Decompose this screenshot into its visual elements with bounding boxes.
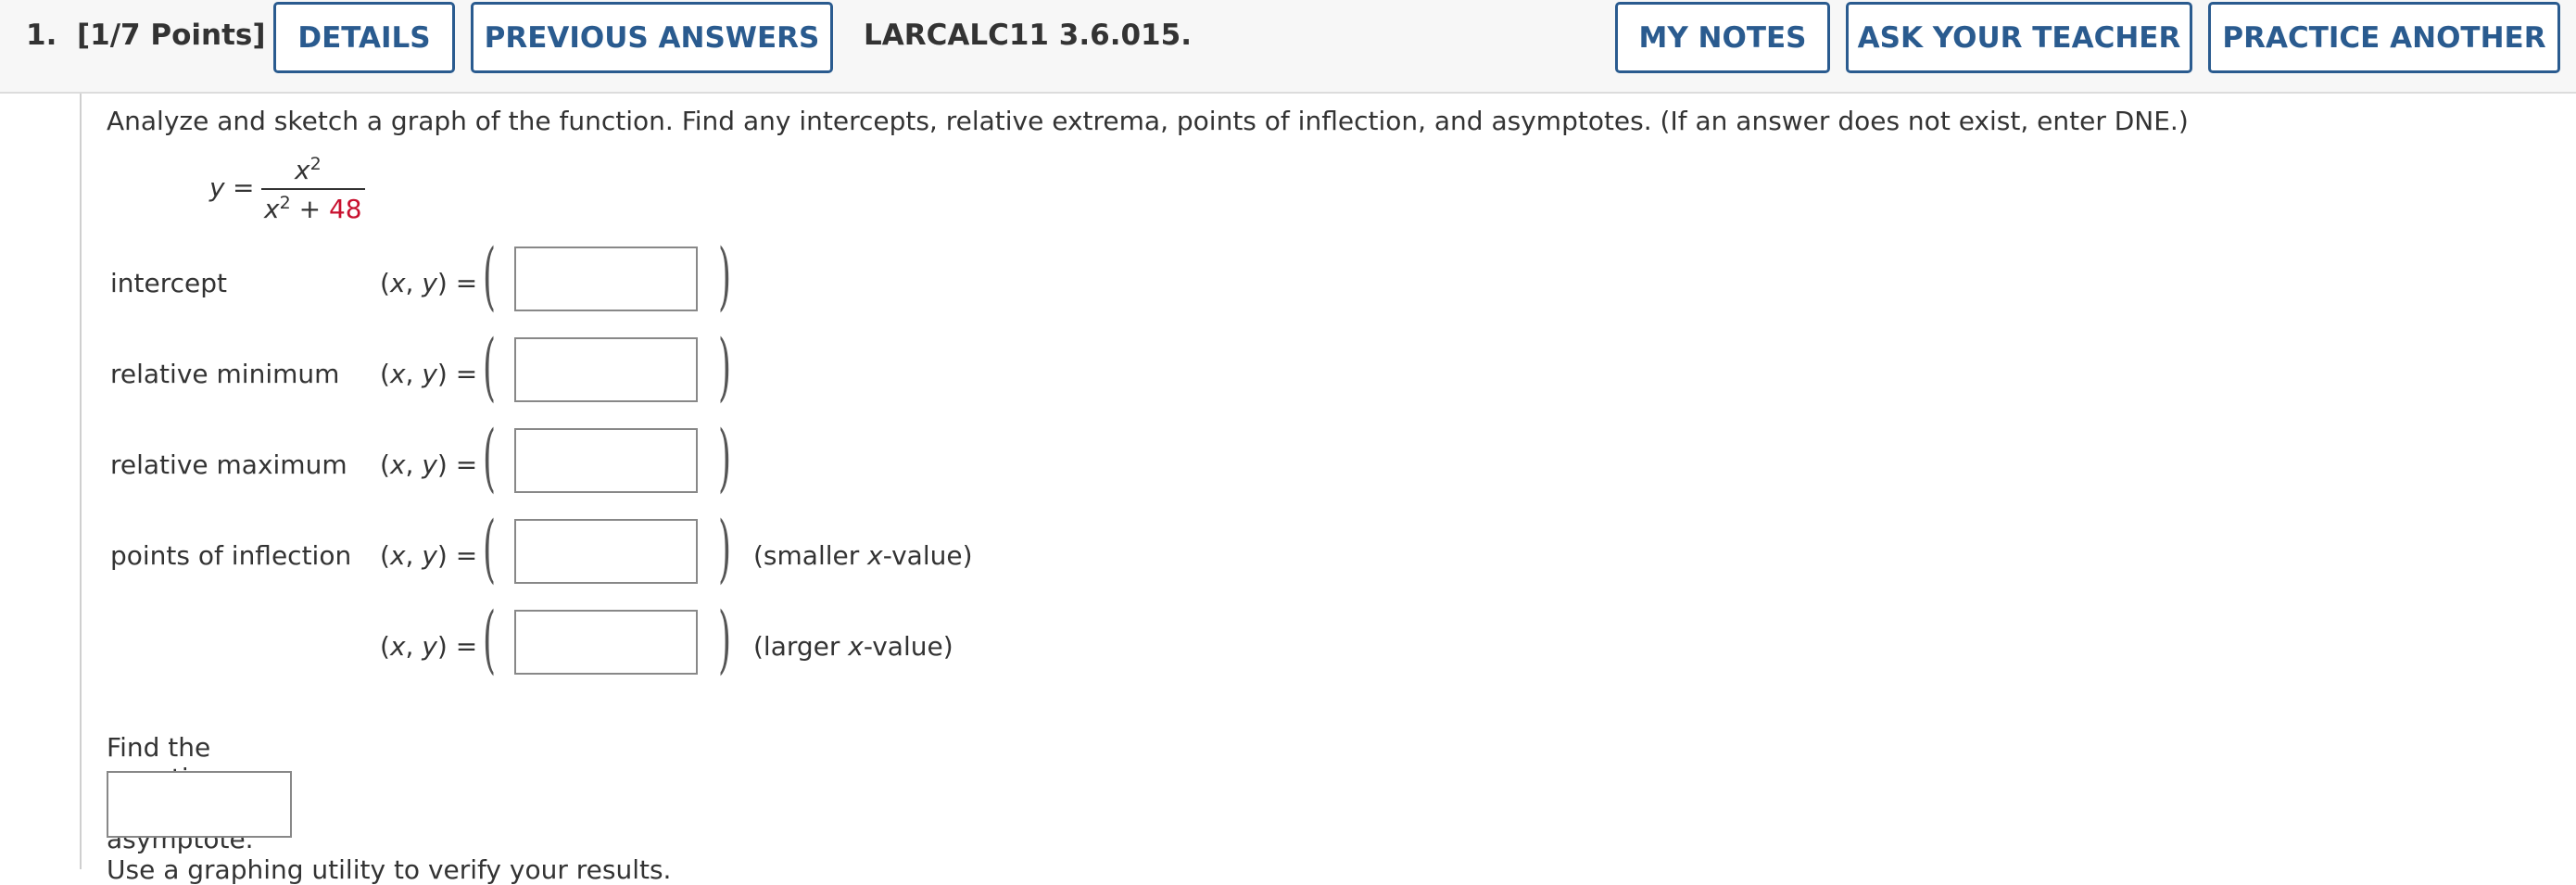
close-paren: ) [718, 323, 732, 410]
close-paren: ) [718, 414, 732, 500]
relative-minimum-input[interactable] [514, 337, 698, 402]
question-left-border [80, 94, 82, 869]
smaller-x-value-note: (smaller x-value) [753, 540, 973, 571]
ask-your-teacher-button[interactable]: ASK YOUR TEACHER [1846, 2, 2192, 73]
xy-equals-label: (x, y) = [380, 268, 478, 298]
my-notes-button[interactable]: MY NOTES [1615, 2, 1830, 73]
points-label: [1/7 Points] [76, 19, 266, 52]
asymptote-input[interactable] [107, 771, 292, 838]
xy-equals-label: (x, y) = [380, 540, 478, 571]
problem-code: LARCALC11 3.6.015. [864, 19, 1192, 52]
relative-minimum-label: relative minimum [110, 359, 340, 389]
open-paren: ( [483, 596, 497, 682]
footer-instruction-partial: Use a graphing utility to verify your re… [107, 854, 672, 885]
larger-x-value-note: (larger x-value) [753, 631, 953, 662]
intercept-input[interactable] [514, 247, 698, 311]
relative-maximum-input[interactable] [514, 428, 698, 493]
xy-equals-label: (x, y) = [380, 631, 478, 662]
inflection-smaller-input[interactable] [514, 519, 698, 584]
points-of-inflection-label: points of inflection [110, 540, 352, 571]
intercept-label: intercept [110, 268, 227, 298]
question-header: 1. [1/7 Points] DETAILS PREVIOUS ANSWERS… [0, 0, 2576, 94]
close-paren: ) [718, 505, 732, 591]
relative-maximum-label: relative maximum [110, 449, 347, 480]
xy-equals-label: (x, y) = [380, 449, 478, 480]
function-equals: = [233, 172, 255, 203]
function-lhs: y [209, 172, 225, 203]
question-number: 1. [26, 19, 57, 52]
open-paren: ( [483, 505, 497, 591]
open-paren: ( [483, 233, 497, 319]
open-paren: ( [483, 414, 497, 500]
close-paren: ) [718, 233, 732, 319]
fraction-denominator: x2 + 48 [264, 193, 362, 224]
open-paren: ( [483, 323, 497, 410]
inflection-larger-input[interactable] [514, 610, 698, 675]
question-number-points: 1. [1/7 Points] [26, 19, 266, 52]
close-paren: ) [718, 596, 732, 682]
xy-equals-label: (x, y) = [380, 359, 478, 389]
problem-prompt: Analyze and sketch a graph of the functi… [107, 106, 2189, 136]
practice-another-button[interactable]: PRACTICE ANOTHER [2208, 2, 2560, 73]
previous-answers-button[interactable]: PREVIOUS ANSWERS [471, 2, 833, 73]
denominator-constant: 48 [328, 194, 362, 224]
fraction-bar [261, 188, 365, 190]
fraction-numerator: x2 [295, 154, 322, 185]
details-button[interactable]: DETAILS [273, 2, 455, 73]
